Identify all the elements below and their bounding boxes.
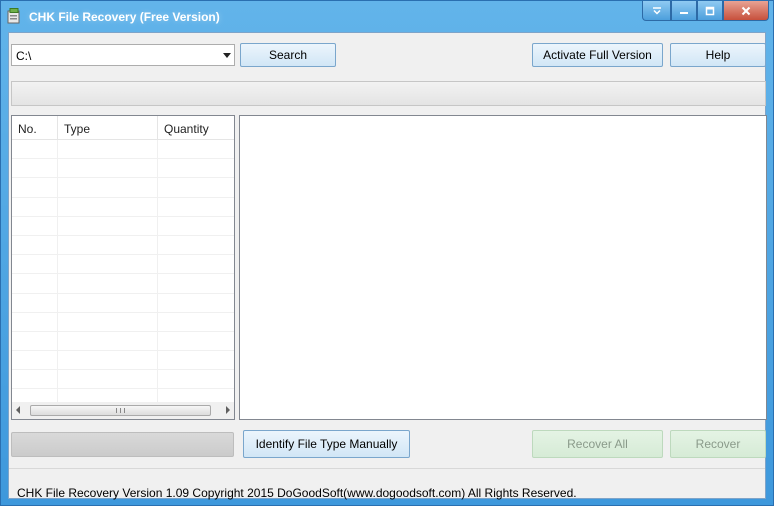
list-body — [12, 140, 234, 409]
caption-dropdown-button[interactable] — [642, 1, 671, 21]
scan-progress-bar — [11, 81, 766, 106]
recover-button[interactable]: Recover — [670, 430, 766, 458]
drive-select[interactable]: C:\ — [11, 44, 235, 66]
maximize-button[interactable] — [697, 1, 723, 21]
drive-select-value: C:\ — [16, 49, 32, 63]
footer-divider — [9, 468, 765, 469]
maximize-icon — [705, 6, 715, 15]
list-header: No. Type Quantity — [12, 116, 234, 140]
minimize-button[interactable] — [671, 1, 697, 21]
table-row — [12, 293, 234, 313]
minimize-icon — [680, 11, 688, 14]
table-row — [12, 140, 234, 160]
table-row — [12, 370, 234, 390]
table-row — [12, 351, 234, 371]
search-button[interactable]: Search — [240, 43, 336, 67]
table-row — [12, 197, 234, 217]
close-button[interactable] — [723, 1, 769, 21]
column-header-type[interactable]: Type — [58, 116, 158, 140]
table-row — [12, 331, 234, 352]
client-area: C:\ Search Activate Full Version Help No… — [8, 32, 767, 500]
identify-file-type-button[interactable]: Identify File Type Manually — [243, 430, 410, 458]
table-row — [12, 312, 234, 332]
column-header-quantity[interactable]: Quantity — [158, 116, 234, 140]
activate-full-version-button[interactable]: Activate Full Version — [532, 43, 663, 67]
table-row — [12, 159, 234, 179]
app-window: CHK File Recovery (Free Version) C:\ Sea… — [0, 0, 774, 506]
grip-icon — [116, 408, 125, 413]
help-button[interactable]: Help — [670, 43, 766, 67]
scroll-left-icon[interactable] — [16, 406, 20, 414]
table-row — [12, 178, 234, 198]
column-header-no[interactable]: No. — [12, 116, 58, 140]
chevron-down-icon[interactable] — [223, 53, 231, 58]
recover-all-button[interactable]: Recover All — [532, 430, 663, 458]
scrollbar-thumb[interactable] — [30, 405, 211, 416]
title-bar[interactable]: CHK File Recovery (Free Version) — [1, 1, 773, 32]
copyright-text: CHK File Recovery Version 1.09 Copyright… — [17, 486, 577, 500]
app-icon — [7, 8, 20, 24]
table-row — [12, 216, 234, 236]
caption-buttons — [642, 1, 769, 21]
table-row — [12, 235, 234, 256]
file-type-list[interactable]: No. Type Quantity — [11, 115, 235, 420]
close-icon — [741, 6, 751, 15]
horizontal-scrollbar[interactable] — [12, 402, 234, 419]
scroll-right-icon[interactable] — [226, 406, 230, 414]
underline-chevron-icon — [652, 6, 661, 15]
window-title: CHK File Recovery (Free Version) — [29, 10, 220, 24]
file-preview-panel[interactable] — [239, 115, 767, 420]
table-row — [12, 274, 234, 294]
table-row — [12, 255, 234, 275]
recovery-progress-bar — [11, 432, 234, 457]
